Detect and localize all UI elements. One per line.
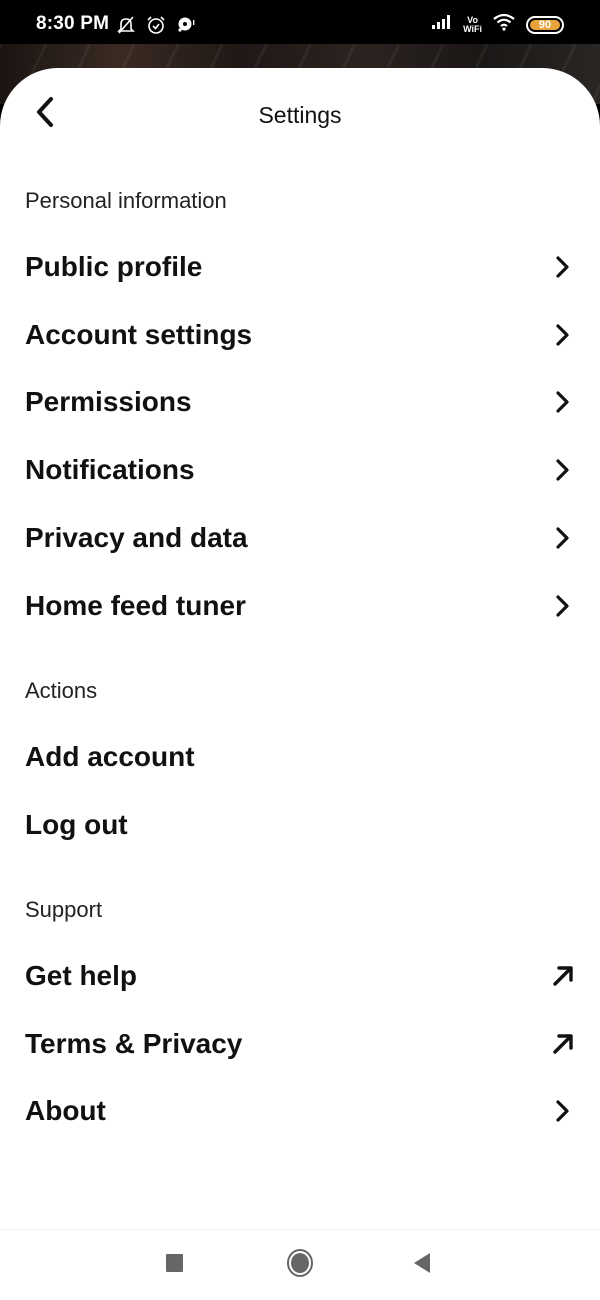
home-circle-icon (286, 1248, 314, 1283)
chevron-right-icon (550, 254, 576, 280)
menu-item-label: Log out (25, 809, 128, 840)
chevron-right-icon (550, 1098, 576, 1124)
notifications-muted-icon (116, 16, 136, 39)
status-bar: 8:30 PM Vo WiFi 90 (0, 0, 600, 44)
menu-item-terms-and-privacy[interactable]: Terms & Privacy (0, 1014, 600, 1074)
wifi-icon (492, 13, 516, 36)
chevron-right-icon (550, 389, 576, 415)
menu-item-notifications[interactable]: Notifications (0, 440, 600, 500)
external-link-arrow-icon (550, 963, 576, 989)
menu-item-label: Get help (25, 960, 138, 991)
back-triangle-icon (413, 1252, 431, 1279)
status-time: 8:30 PM (36, 13, 110, 34)
recents-square-icon (165, 1253, 185, 1278)
menu-item-privacy-and-data[interactable]: Privacy and data (0, 508, 600, 568)
chevron-right-icon (550, 457, 576, 483)
back-nav-button[interactable] (402, 1250, 442, 1280)
battery-level: 90 (530, 19, 560, 31)
menu-item-log-out[interactable]: Log out (0, 795, 600, 855)
menu-item-label: Add account (25, 741, 195, 772)
menu-item-label: Privacy and data (25, 522, 248, 553)
status-left-icons (116, 15, 196, 40)
chevron-right-icon (550, 593, 576, 619)
section-label-personal-information: Personal information (25, 188, 227, 213)
page-title: Settings (258, 102, 342, 128)
menu-item-label: About (25, 1095, 106, 1126)
home-button[interactable] (280, 1248, 320, 1283)
menu-item-label: Public profile (25, 251, 203, 282)
menu-item-about[interactable]: About (0, 1081, 600, 1141)
recents-button[interactable] (155, 1250, 195, 1280)
menu-item-public-profile[interactable]: Public profile (0, 237, 600, 297)
section-label-support: Support (25, 897, 103, 922)
signal-icon (431, 14, 453, 35)
section-label-actions: Actions (25, 678, 98, 703)
menu-item-label: Account settings (25, 319, 253, 350)
battery-icon: 90 (526, 15, 564, 34)
menu-item-label: Notifications (25, 454, 195, 485)
alarm-icon (146, 15, 166, 40)
chevron-right-icon (550, 525, 576, 551)
chevron-right-icon (550, 322, 576, 348)
menu-item-home-feed-tuner[interactable]: Home feed tuner (0, 576, 600, 636)
menu-item-label: Home feed tuner (25, 590, 246, 621)
menu-item-label: Permissions (25, 386, 192, 417)
menu-item-add-account[interactable]: Add account (0, 727, 600, 787)
menu-item-permissions[interactable]: Permissions (0, 372, 600, 432)
external-link-arrow-icon (550, 1031, 576, 1057)
app-notification-icon (176, 16, 196, 39)
settings-sheet: Settings Personal information Public pro… (0, 68, 600, 1300)
header: Settings (0, 68, 600, 164)
menu-item-label: Terms & Privacy (25, 1028, 243, 1059)
menu-item-account-settings[interactable]: Account settings (0, 305, 600, 365)
vowifi-icon: Vo WiFi (463, 14, 482, 34)
menu-item-get-help[interactable]: Get help (0, 946, 600, 1006)
status-right-icons: Vo WiFi 90 (431, 13, 564, 36)
system-nav-bar (0, 1230, 600, 1300)
